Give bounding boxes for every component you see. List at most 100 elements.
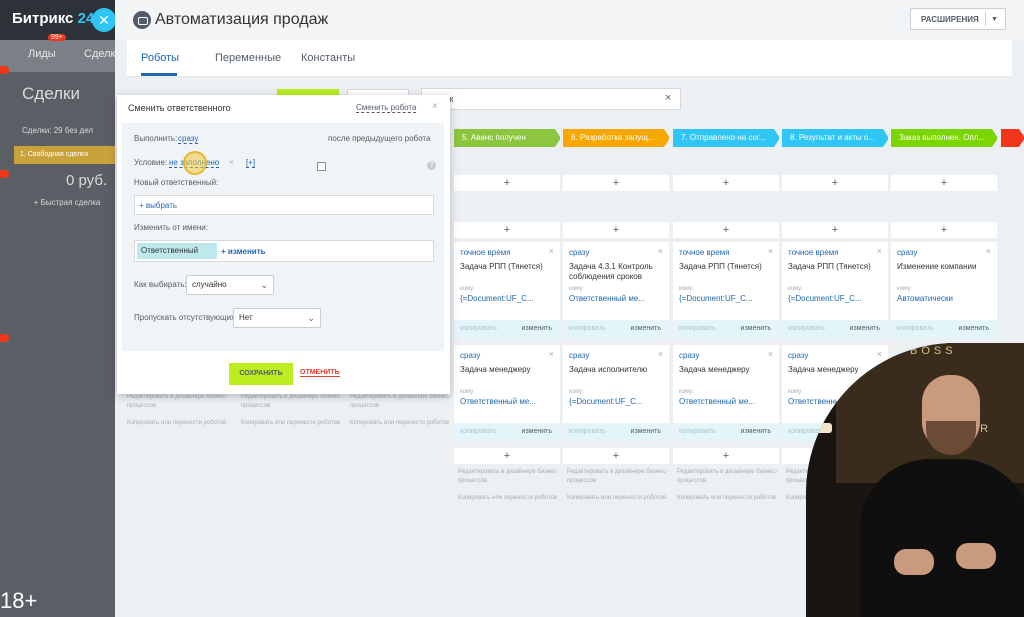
- edit-link[interactable]: изменить: [522, 325, 552, 332]
- close-icon[interactable]: ×: [432, 101, 438, 112]
- copy-robots-link[interactable]: Копировать или перенести роботов: [241, 419, 345, 428]
- delete-icon[interactable]: ×: [549, 349, 554, 359]
- copy-robots-link[interactable]: Копировать или перенести роботов: [127, 419, 231, 428]
- robot-timing[interactable]: сразу: [569, 351, 589, 360]
- tab-constants[interactable]: Константы: [301, 52, 355, 64]
- delete-icon[interactable]: ×: [768, 246, 773, 256]
- robot-card[interactable]: точное время × Задача РПП (Тянется) кому: {=…: [673, 242, 779, 338]
- save-button[interactable]: СОХРАНИТЬ: [229, 363, 293, 385]
- add-robot-button[interactable]: +: [782, 222, 888, 238]
- edit-in-designer-link[interactable]: Редактировать в дизайнере бизнес-процесс…: [241, 393, 345, 411]
- stage-header[interactable]: 6. Разработка запущ...: [563, 129, 669, 147]
- choose-link[interactable]: + выбрать: [139, 201, 177, 210]
- stage-header[interactable]: 5. Аванс получен: [454, 129, 560, 147]
- delete-icon[interactable]: ×: [658, 349, 663, 359]
- add-robot-button[interactable]: +: [673, 175, 779, 191]
- tab-leads[interactable]: Лиды: [28, 48, 56, 60]
- add-robot-button[interactable]: +: [454, 448, 560, 464]
- edit-in-designer-link[interactable]: Редактировать в дизайнере бизнес-процесс…: [350, 393, 454, 411]
- how-select-dropdown[interactable]: случайно ⌄: [186, 275, 274, 295]
- responsible-tag[interactable]: Ответственный: [137, 243, 217, 259]
- copy-link[interactable]: копировать: [788, 325, 825, 332]
- edit-in-designer-link[interactable]: Редактировать в дизайнере бизнес-процесс…: [458, 468, 562, 486]
- remove-condition-icon[interactable]: ×: [229, 158, 234, 167]
- edit-link[interactable]: изменить: [850, 325, 880, 332]
- add-robot-button[interactable]: +: [673, 222, 779, 238]
- copy-link[interactable]: копировать: [460, 428, 497, 435]
- add-robot-button[interactable]: +: [891, 175, 997, 191]
- add-robot-button[interactable]: +: [563, 175, 669, 191]
- copy-robots-link[interactable]: Копировать или перенести роботов: [567, 494, 671, 503]
- add-robot-button[interactable]: +: [454, 175, 560, 191]
- robot-timing[interactable]: сразу: [569, 248, 589, 257]
- edit-link[interactable]: изменить: [741, 428, 771, 435]
- cancel-button[interactable]: ОТМЕНИТЬ: [300, 369, 340, 377]
- stage-header[interactable]: 8. Результат и акты о...: [782, 129, 888, 147]
- edit-in-designer-link[interactable]: Редактировать в дизайнере бизнес-процесс…: [677, 468, 781, 486]
- copy-link[interactable]: копировать: [679, 325, 716, 332]
- stage-header[interactable]: Заказ выполнен. Опл...: [891, 129, 997, 147]
- search-input[interactable]: иск ×: [421, 88, 681, 110]
- delete-icon[interactable]: ×: [768, 349, 773, 359]
- delete-icon[interactable]: ×: [658, 246, 663, 256]
- copy-link[interactable]: копировать: [897, 325, 934, 332]
- robot-timing[interactable]: точное время: [460, 248, 511, 257]
- new-responsible-field[interactable]: + выбрать: [134, 195, 434, 215]
- stage-header[interactable]: 7. Отправлено на сог...: [673, 129, 779, 147]
- robot-timing[interactable]: сразу: [897, 248, 917, 257]
- skip-absent-dropdown[interactable]: Нет ⌄: [233, 308, 321, 328]
- robot-card[interactable]: сразу × Задача менеджеру кому: Ответственный…: [454, 345, 560, 441]
- add-robot-button[interactable]: +: [891, 222, 997, 238]
- add-robot-button[interactable]: +: [782, 175, 888, 191]
- robot-card[interactable]: сразу × Задача исполнителю кому: {=Document:…: [563, 345, 669, 441]
- lamp-icon: [812, 423, 832, 433]
- robot-card[interactable]: сразу × Задача менеджеру кому: Ответственный…: [673, 345, 779, 441]
- change-robot-link[interactable]: Сменить робота: [356, 103, 417, 113]
- edit-link[interactable]: изменить: [741, 325, 771, 332]
- quick-deal-button[interactable]: + Быстрая сделка: [14, 198, 120, 207]
- delete-icon[interactable]: ×: [549, 246, 554, 256]
- robot-card[interactable]: сразу × Задача 4.3.1 Контроль соблюдения с…: [563, 242, 669, 338]
- edit-link[interactable]: изменить: [522, 428, 552, 435]
- condition-label: Условие:: [134, 158, 168, 167]
- add-robot-button[interactable]: +: [454, 222, 560, 238]
- copy-robots-link[interactable]: Копировать или перенести роботов: [350, 419, 454, 428]
- robot-timing[interactable]: точное время: [788, 248, 839, 257]
- delete-icon[interactable]: ×: [877, 246, 882, 256]
- add-robot-button[interactable]: +: [563, 222, 669, 238]
- change-from-field[interactable]: Ответственный + изменить: [134, 240, 434, 262]
- copy-link[interactable]: копировать: [569, 428, 606, 435]
- clear-icon[interactable]: ×: [665, 92, 671, 104]
- robot-timing[interactable]: сразу: [679, 351, 699, 360]
- robot-card[interactable]: точное время × Задача РПП (Тянется) кому: {=…: [782, 242, 888, 338]
- add-condition-link[interactable]: [+]: [246, 158, 256, 168]
- edit-link[interactable]: изменить: [631, 325, 661, 332]
- copy-link[interactable]: копировать: [679, 428, 716, 435]
- delete-icon[interactable]: ×: [986, 246, 991, 256]
- robot-timing[interactable]: сразу: [788, 351, 808, 360]
- robot-card[interactable]: сразу × Изменение компании кому: Автоматичес…: [891, 242, 997, 338]
- tab-variables[interactable]: Переменные: [215, 52, 281, 64]
- edit-in-designer-link[interactable]: Редактировать в дизайнере бизнес-процесс…: [127, 393, 231, 411]
- copy-robots-link[interactable]: Копировать или перенести роботов: [458, 494, 562, 503]
- copy-link[interactable]: копировать: [460, 325, 497, 332]
- execute-value[interactable]: сразу: [178, 134, 199, 144]
- change-link[interactable]: + изменить: [221, 247, 266, 256]
- edit-link[interactable]: изменить: [959, 325, 989, 332]
- edit-in-designer-link[interactable]: Редактировать в дизайнере бизнес-процесс…: [567, 468, 671, 486]
- add-robot-button[interactable]: +: [563, 448, 669, 464]
- tab-robots[interactable]: Роботы: [141, 52, 179, 64]
- edit-link[interactable]: изменить: [631, 428, 661, 435]
- presenter-body: [860, 459, 1024, 617]
- robot-card[interactable]: точное время × Задача РПП (Тянется) кому: {=…: [454, 242, 560, 338]
- help-icon[interactable]: ?: [427, 161, 436, 170]
- close-icon[interactable]: ✕: [92, 8, 116, 32]
- stage-header[interactable]: [1001, 129, 1024, 147]
- robot-timing[interactable]: точное время: [679, 248, 730, 257]
- copy-link[interactable]: копировать: [569, 325, 606, 332]
- extensions-button[interactable]: РАСШИРЕНИЯ ▼: [910, 8, 1006, 30]
- robot-timing[interactable]: сразу: [460, 351, 480, 360]
- after-previous-checkbox[interactable]: [317, 162, 326, 171]
- copy-robots-link[interactable]: Копировать или перенести роботов: [677, 494, 781, 503]
- add-robot-button[interactable]: +: [673, 448, 779, 464]
